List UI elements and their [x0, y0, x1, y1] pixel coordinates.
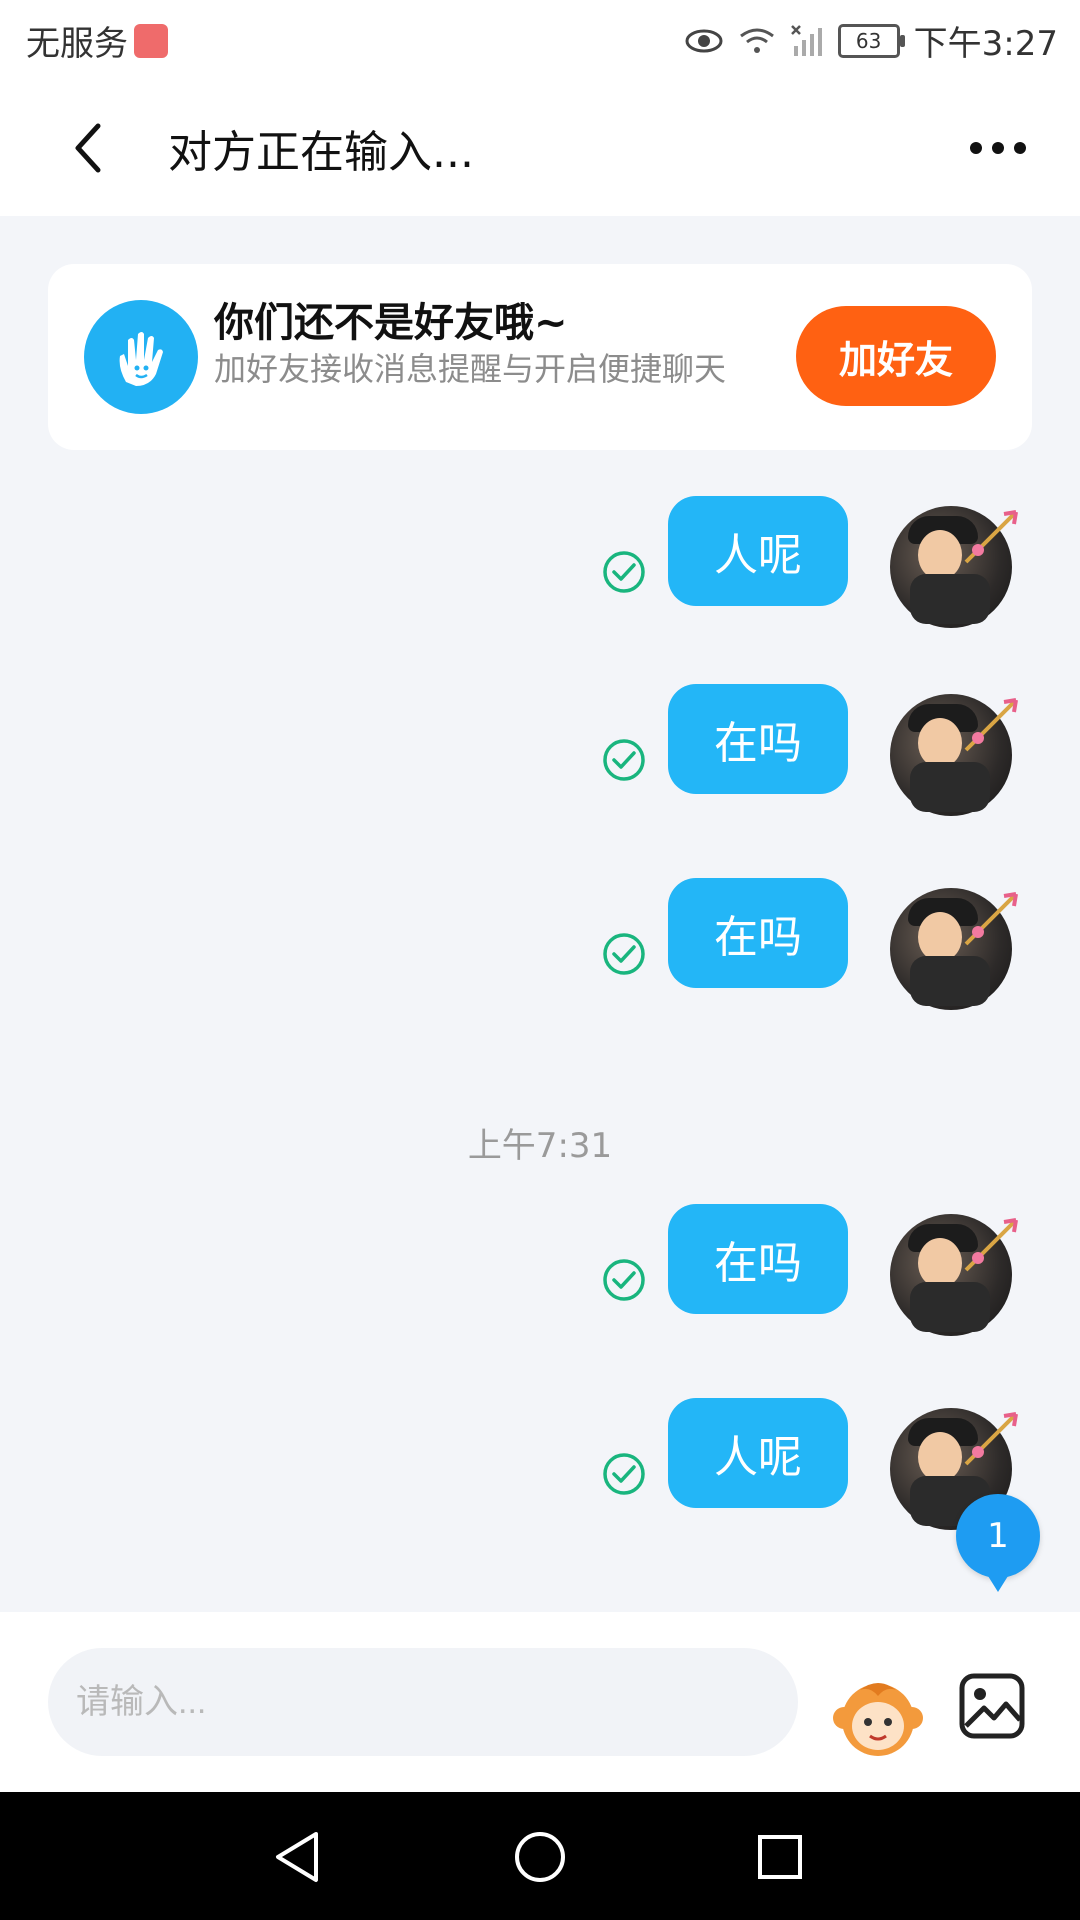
carrier-label: 无服务	[26, 24, 128, 64]
message-row: 人呢	[0, 496, 1080, 628]
sent-check-icon	[603, 739, 645, 781]
page-title: 对方正在输入...	[168, 127, 474, 178]
battery-icon: 63	[837, 23, 905, 58]
wifi-icon	[739, 28, 774, 53]
cupid-arrow-icon	[964, 510, 1018, 564]
message-row: 在吗	[0, 1204, 1080, 1336]
avatar[interactable]	[890, 506, 1018, 628]
monkey-emoji-icon	[833, 1683, 923, 1756]
sent-check-icon	[603, 1453, 645, 1495]
nav-back-icon	[276, 1832, 318, 1882]
battery-level: 63	[855, 28, 882, 53]
avatar[interactable]	[890, 694, 1018, 816]
cupid-arrow-icon	[964, 1412, 1018, 1466]
status-right: 63 下午3:27	[684, 16, 1058, 65]
sent-check-icon	[603, 933, 645, 975]
input-bar	[0, 1612, 1080, 1792]
add-friend-button[interactable]: 加好友	[796, 306, 996, 406]
unread-badge[interactable]: 1	[956, 1494, 1040, 1592]
message-row: 人呢	[0, 1398, 1080, 1530]
emoji-button[interactable]	[830, 1666, 926, 1762]
cupid-arrow-icon	[964, 892, 1018, 946]
back-button[interactable]	[56, 116, 120, 180]
banner-title: 你们还不是好友哦~	[214, 300, 568, 346]
sent-check-icon	[603, 551, 645, 593]
status-left: 无服务	[26, 16, 168, 65]
message-row: 在吗	[0, 684, 1080, 816]
timestamp-divider: 上午7:31	[467, 1126, 613, 1166]
huawei-logo	[134, 23, 168, 58]
nav-recent-button[interactable]	[745, 1822, 815, 1892]
message-bubble[interactable]: 在吗	[668, 878, 848, 988]
image-icon	[959, 1673, 1025, 1739]
banner-subtitle: 加好友接收消息提醒与开启便捷聊天	[214, 350, 727, 388]
friend-request-banner: 你们还不是好友哦~ 加好友接收消息提醒与开启便捷聊天 加好友	[48, 264, 1032, 450]
nav-recent-icon	[758, 1835, 802, 1879]
message-bubble[interactable]: 在吗	[668, 1204, 848, 1314]
cupid-arrow-icon	[964, 698, 1018, 752]
chat-header: 对方正在输入...	[0, 80, 1080, 216]
hand-wave-icon	[84, 300, 198, 414]
system-nav-bar	[0, 1792, 1080, 1920]
chevron-left-icon	[75, 123, 101, 173]
message-bubble[interactable]: 人呢	[668, 496, 848, 606]
avatar[interactable]	[890, 888, 1018, 1010]
signal-off-icon	[790, 24, 822, 56]
nav-back-button[interactable]	[262, 1822, 332, 1892]
nav-home-icon	[515, 1832, 565, 1882]
more-dots-icon	[1014, 142, 1026, 154]
nav-home-button[interactable]	[505, 1822, 575, 1892]
avatar[interactable]	[890, 1214, 1018, 1336]
eye-icon	[685, 29, 723, 52]
message-bubble[interactable]: 在吗	[668, 684, 848, 794]
message-row: 在吗	[0, 878, 1080, 1010]
message-input[interactable]	[48, 1648, 798, 1756]
cupid-arrow-icon	[964, 1218, 1018, 1272]
status-bar: 无服务 63 下午3:27	[0, 0, 1080, 80]
image-button[interactable]	[956, 1670, 1028, 1742]
more-dots-icon	[992, 142, 1004, 154]
sent-check-icon	[603, 1259, 645, 1301]
message-bubble[interactable]: 人呢	[668, 1398, 848, 1508]
more-dots-icon	[970, 142, 982, 154]
more-button[interactable]	[956, 120, 1040, 176]
clock: 下午3:27	[913, 24, 1058, 64]
